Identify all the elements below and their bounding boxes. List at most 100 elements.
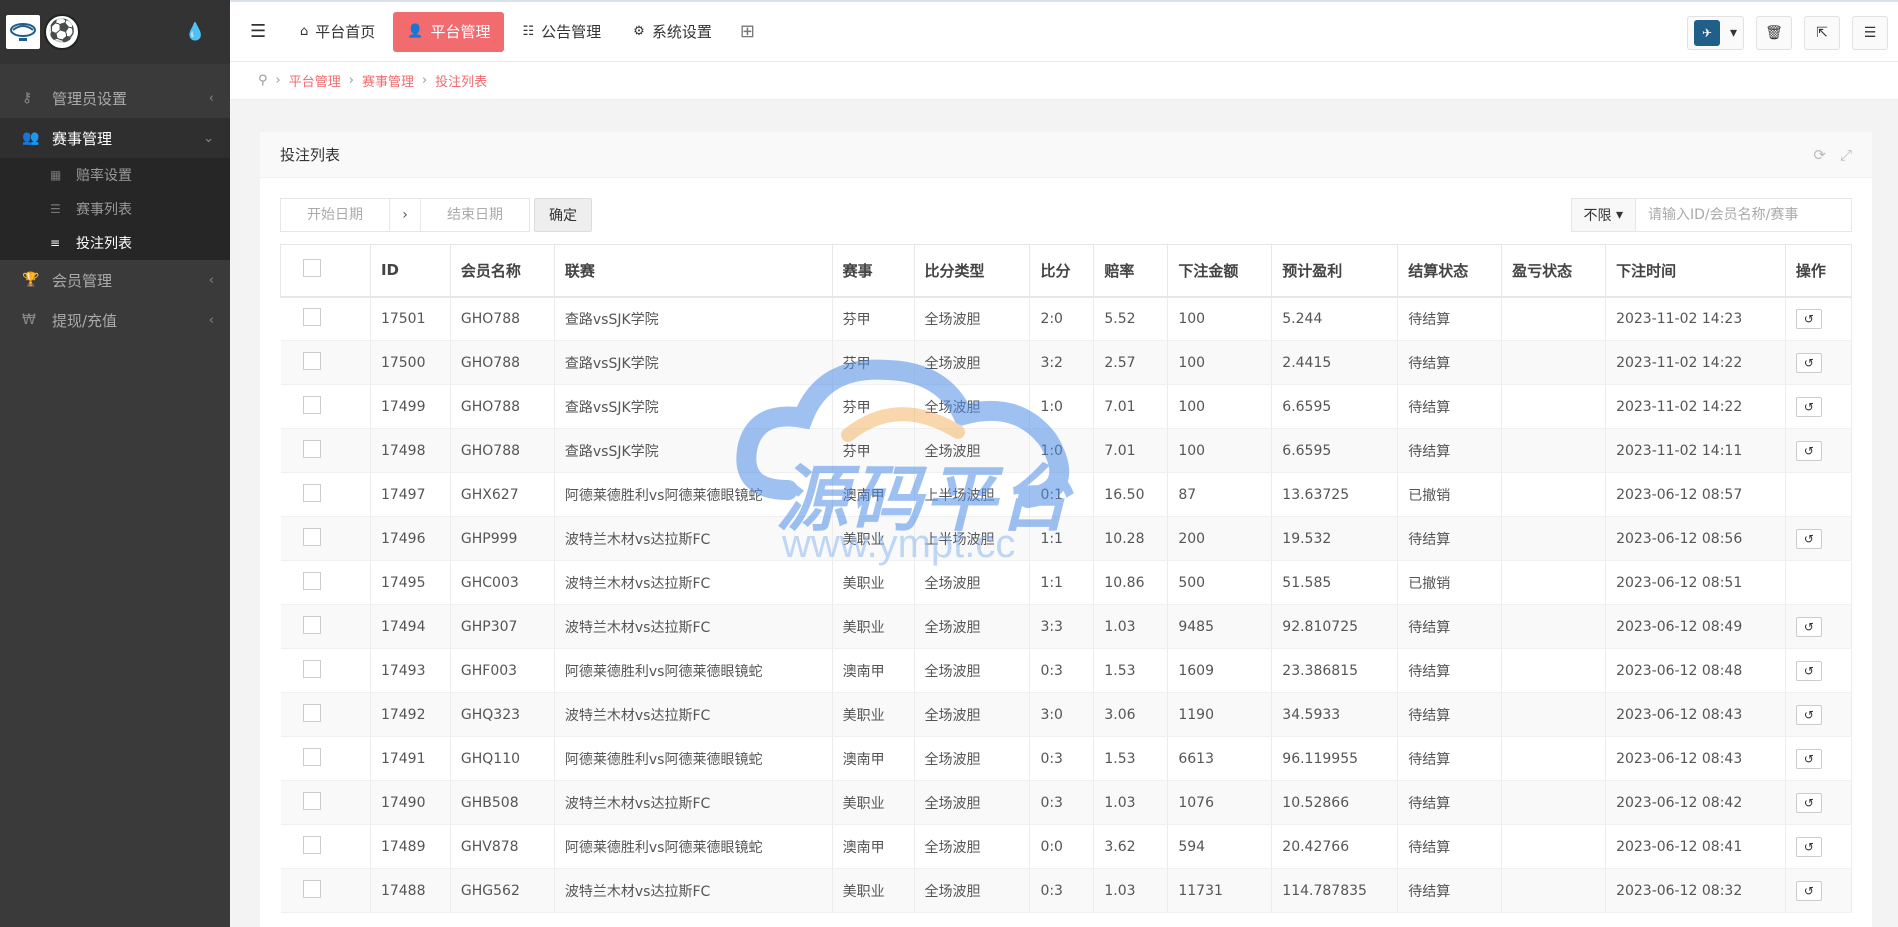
user-menu-button[interactable]: ✈ ▾ <box>1686 16 1744 50</box>
row-checkbox[interactable] <box>302 615 321 634</box>
undo-button[interactable]: ↺ <box>1795 660 1822 681</box>
undo-button[interactable]: ↺ <box>1795 616 1822 637</box>
confirm-button[interactable]: 确定 <box>534 198 592 232</box>
table-row: 17493 GHF003 阿德莱德胜利vs阿德莱德眼镜蛇 澳南甲 全场波胆 0:3 1.53… <box>280 648 1853 693</box>
tab-platform-management[interactable]: 👤 平台管理 <box>393 11 505 52</box>
cell-member: GHO788 <box>450 340 555 385</box>
clear-cache-button[interactable]: 🗑 <box>1756 16 1792 50</box>
cell-type: 全场波胆 <box>914 384 1031 429</box>
cell-odds: 7.01 <box>1093 384 1169 429</box>
trophy-icon: 🏆 <box>22 272 40 288</box>
tab-system-settings[interactable]: ⚙ 系统设置 <box>619 12 726 52</box>
settings-panel-button[interactable]: ☰ <box>1852 16 1888 50</box>
fullscreen-button[interactable]: ⇱ <box>1804 16 1840 50</box>
row-checkbox[interactable] <box>302 835 321 854</box>
cell-time: 2023-06-12 08:57 <box>1605 472 1786 517</box>
chevron-down-icon: ⌄ <box>203 130 214 146</box>
breadcrumb-item[interactable]: 投注列表 <box>435 71 487 90</box>
tab-notice-management[interactable]: ☷ 公告管理 <box>508 12 615 52</box>
cell-odds: 1.03 <box>1093 868 1169 913</box>
column-header[interactable]: 比分 <box>1029 244 1095 298</box>
row-checkbox[interactable] <box>302 483 321 502</box>
column-header[interactable]: 会员名称 <box>449 244 555 298</box>
undo-button[interactable]: ↺ <box>1795 440 1822 461</box>
undo-button[interactable]: ↺ <box>1795 836 1822 857</box>
undo-button[interactable]: ↺ <box>1795 396 1822 417</box>
undo-button[interactable]: ↺ <box>1795 748 1822 769</box>
table-row: 17488 GHG562 波特兰木材vs达拉斯FC 美职业 全场波胆 0:3 1.03 117… <box>280 868 1853 913</box>
cell-pl <box>1501 472 1607 517</box>
undo-button[interactable]: ↺ <box>1795 880 1822 901</box>
droplet-icon[interactable]: 💧 <box>185 22 206 42</box>
list-icon: ☰ <box>50 202 61 216</box>
cell-type: 全场波胆 <box>914 428 1031 473</box>
grid-icon[interactable]: ⊞ <box>740 21 755 42</box>
row-checkbox[interactable] <box>302 439 321 458</box>
breadcrumb-item[interactable]: 平台管理 <box>289 71 341 90</box>
undo-button[interactable]: ↺ <box>1795 704 1822 725</box>
row-select-cell <box>280 296 371 341</box>
row-select-cell <box>280 648 371 693</box>
column-header[interactable]: 下注时间 <box>1605 244 1786 298</box>
row-checkbox[interactable] <box>302 879 321 898</box>
row-select-cell <box>280 340 371 385</box>
row-checkbox[interactable] <box>302 703 321 722</box>
breadcrumb-item[interactable]: 赛事管理 <box>362 71 414 90</box>
sidebar-item-admin-settings[interactable]: ⚷ 管理员设置 ‹ <box>0 78 230 118</box>
filter-select[interactable]: 不限 ▾ <box>1570 198 1636 232</box>
row-checkbox[interactable] <box>302 351 321 370</box>
sidebar-subitem-odds-settings[interactable]: ▦ 赔率设置 <box>0 158 230 192</box>
cell-score: 0:0 <box>1029 824 1095 869</box>
row-checkbox[interactable] <box>302 659 321 678</box>
cell-match: 澳南甲 <box>832 472 915 517</box>
undo-button[interactable]: ↺ <box>1795 308 1822 329</box>
row-checkbox[interactable] <box>302 307 321 326</box>
sidebar-subitem-match-list[interactable]: ☰ 赛事列表 <box>0 192 230 226</box>
row-checkbox[interactable] <box>302 571 321 590</box>
column-header[interactable]: 赔率 <box>1093 244 1169 298</box>
cell-member: GHP999 <box>450 516 555 561</box>
row-checkbox[interactable] <box>302 527 321 546</box>
column-header[interactable]: 赛事 <box>831 244 915 298</box>
cell-score: 3:0 <box>1029 692 1095 737</box>
search-input[interactable]: 请输入ID/会员名称/赛事 <box>1636 198 1852 232</box>
select-all-checkbox[interactable] <box>303 259 321 278</box>
undo-button[interactable]: ↺ <box>1795 352 1822 373</box>
column-header[interactable]: 预计盈利 <box>1271 244 1399 298</box>
cell-profit: 114.787835 <box>1271 868 1399 913</box>
cell-league: 波特兰木材vs达拉斯FC <box>554 604 833 649</box>
row-checkbox[interactable] <box>302 395 321 414</box>
end-date-input[interactable]: 结束日期 <box>420 198 530 232</box>
cell-actions: ↺ <box>1785 868 1853 913</box>
row-checkbox[interactable] <box>302 791 321 810</box>
table-row: 17496 GHP999 波特兰木材vs达拉斯FC 美职业 上半场波胆 1:1 10.28 2… <box>280 516 1853 561</box>
column-header[interactable]: 结算状态 <box>1397 244 1503 298</box>
expand-icon[interactable]: ⤢ <box>1840 146 1852 164</box>
cell-profit: 51.585 <box>1271 560 1399 605</box>
cell-odds: 3.06 <box>1093 692 1169 737</box>
sidebar-item-match-management[interactable]: 👥 赛事管理 ⌄ <box>0 118 230 158</box>
column-header[interactable]: 联赛 <box>553 244 833 298</box>
column-header[interactable]: 比分类型 <box>913 244 1031 298</box>
start-date-input[interactable]: 开始日期 <box>280 198 390 232</box>
cell-status: 待结算 <box>1397 340 1503 385</box>
menu-toggle-icon[interactable]: ☰ <box>250 21 286 42</box>
cell-league: 阿德莱德胜利vs阿德莱德眼镜蛇 <box>554 736 833 781</box>
sidebar-subitem-bet-list[interactable]: ≡ 投注列表 <box>0 226 230 260</box>
cell-profit: 6.6595 <box>1271 384 1399 429</box>
sidebar-item-member-management[interactable]: 🏆 会员管理 ‹ <box>0 260 230 300</box>
table-row: 17492 GHQ323 波特兰木材vs达拉斯FC 美职业 全场波胆 3:0 3.06 119… <box>280 692 1853 737</box>
home-icon: ⌂ <box>300 24 309 39</box>
cell-odds: 1.53 <box>1093 648 1169 693</box>
cell-match: 美职业 <box>832 780 915 825</box>
row-checkbox[interactable] <box>302 747 321 766</box>
refresh-icon[interactable]: ⟳ <box>1813 146 1826 164</box>
column-header[interactable]: 盈亏状态 <box>1501 244 1607 298</box>
tab-platform-home[interactable]: ⌂ 平台首页 <box>286 12 389 52</box>
undo-button[interactable]: ↺ <box>1795 528 1822 549</box>
sidebar-item-withdraw-recharge[interactable]: ₩ 提现/充值 ‹ <box>0 300 230 340</box>
column-header[interactable]: ID <box>369 244 451 298</box>
cell-odds: 1.53 <box>1093 736 1169 781</box>
undo-button[interactable]: ↺ <box>1795 792 1822 813</box>
column-header[interactable]: 下注金额 <box>1167 244 1273 298</box>
